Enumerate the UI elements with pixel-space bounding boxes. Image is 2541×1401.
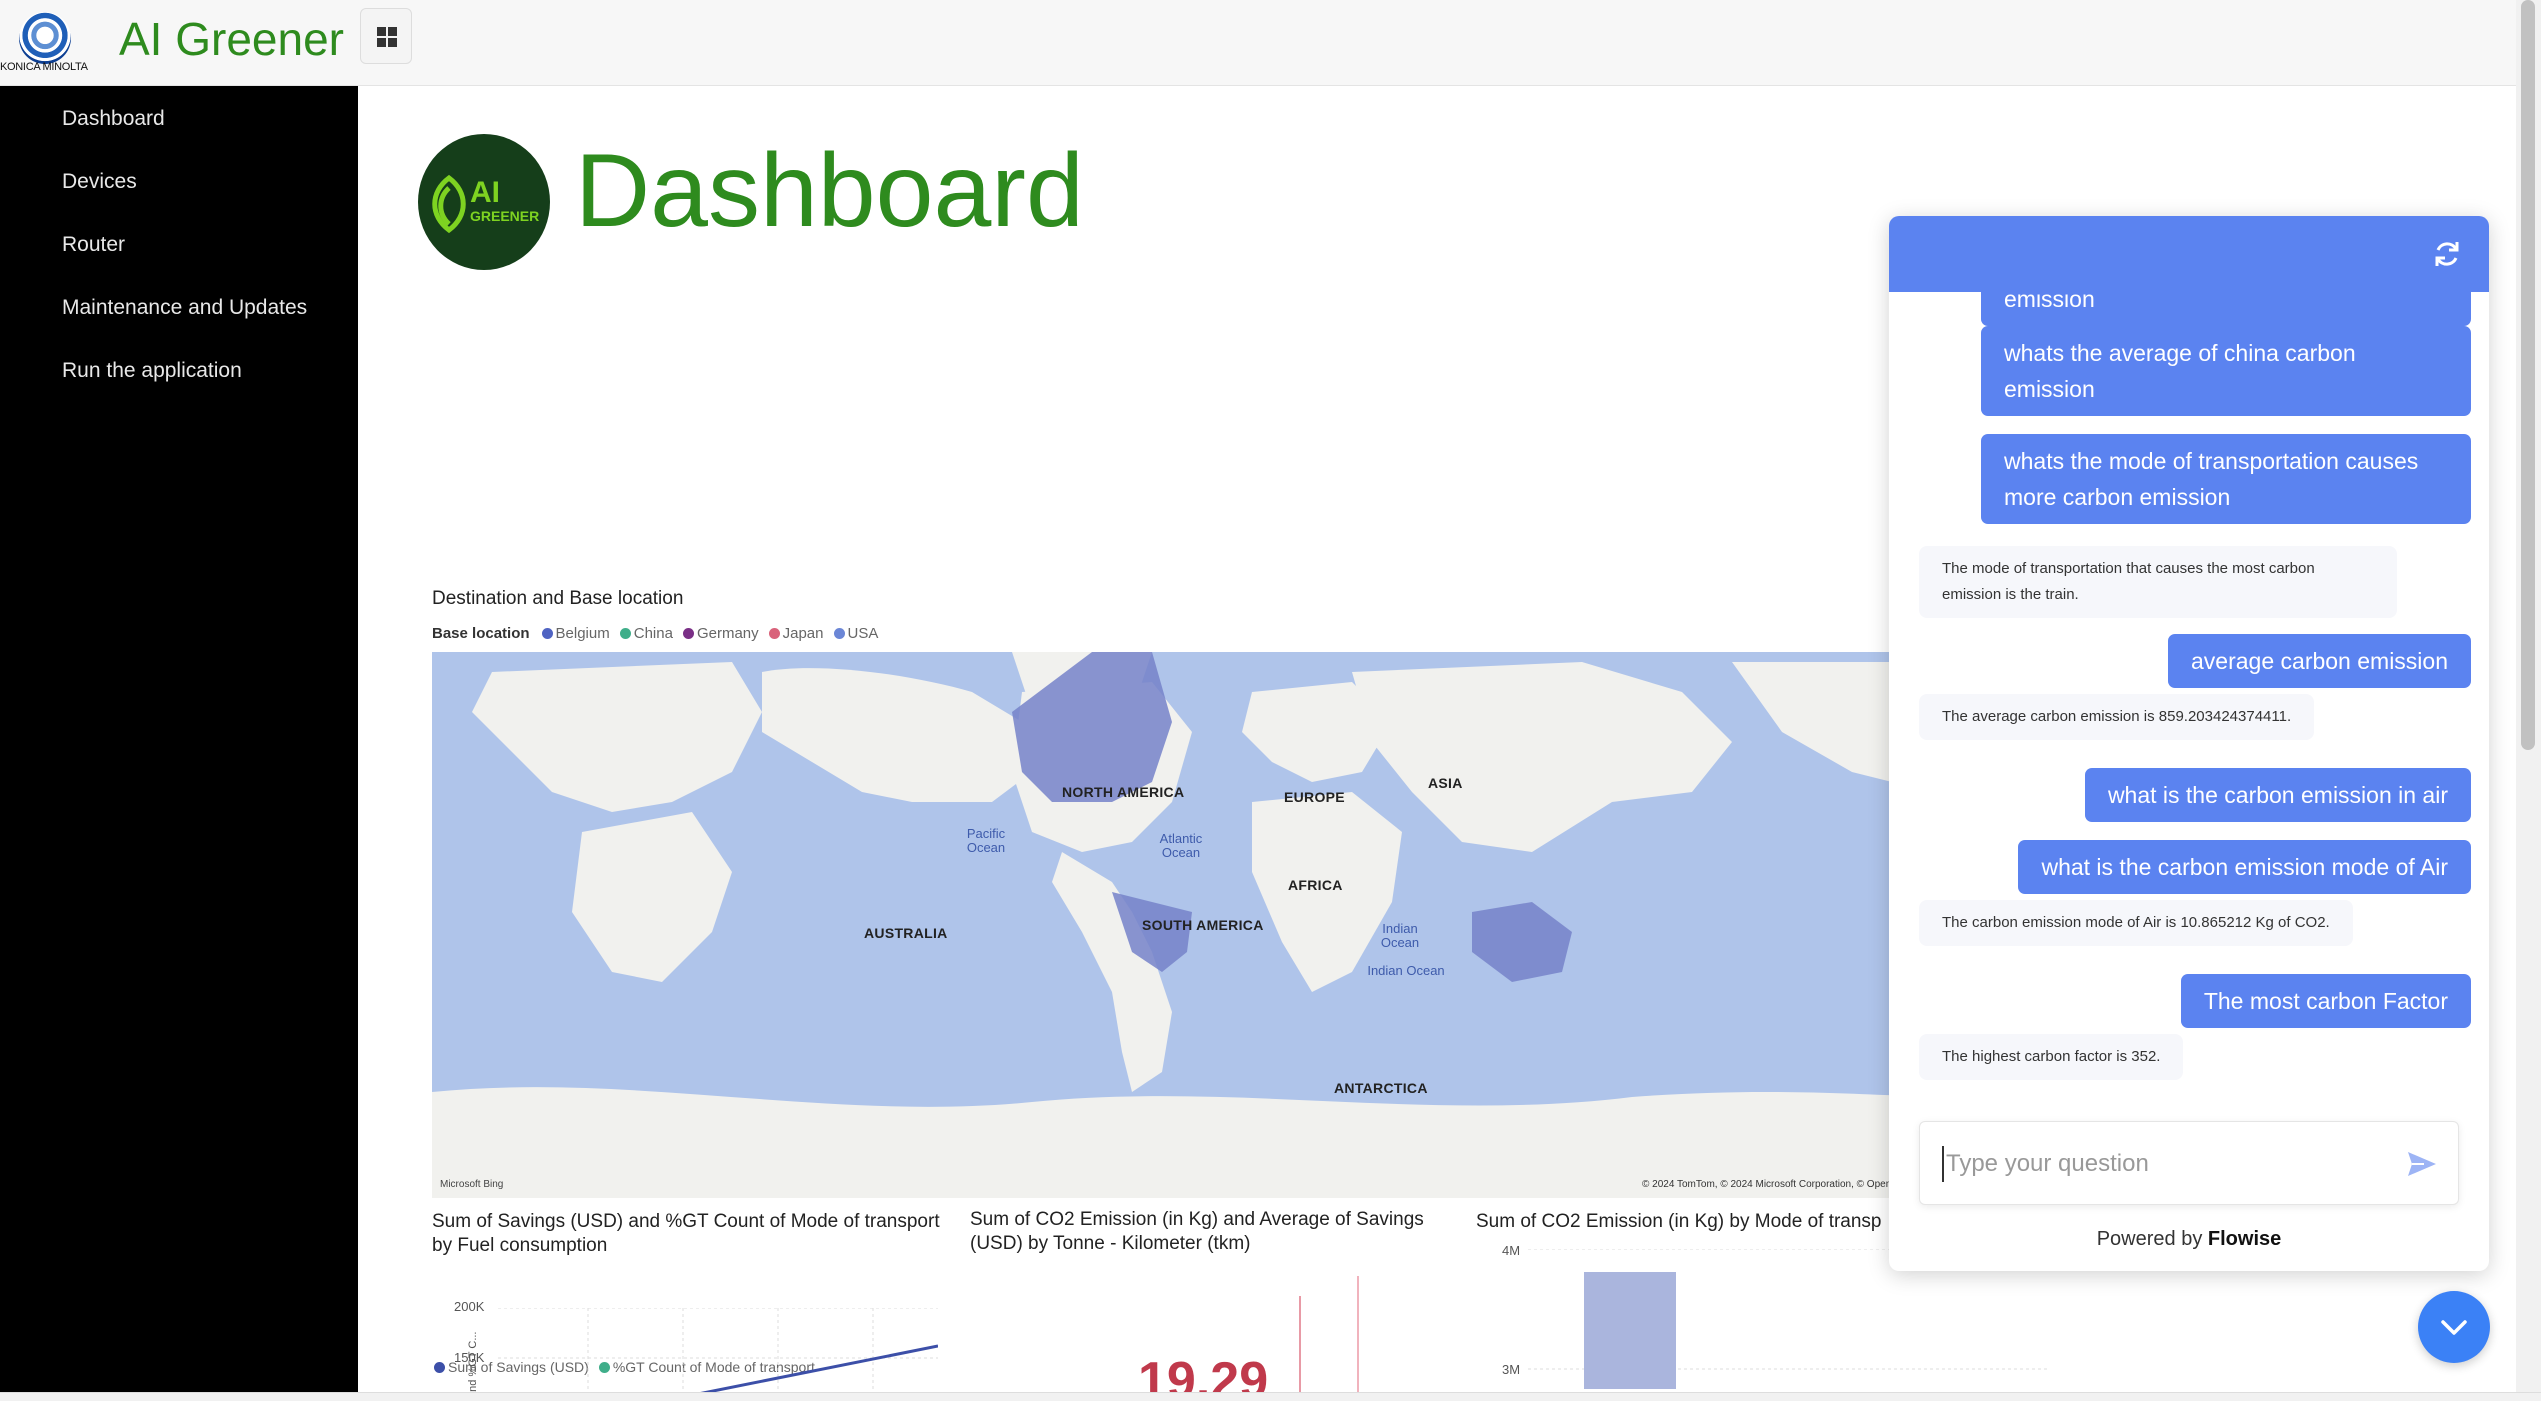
logo-text: KONICA MINOLTA [0,61,88,73]
legend-title: Base location [432,625,530,642]
chat-toggle-button[interactable] [2418,1291,2490,1363]
bot-message: The carbon emission mode of Air is 10.86… [1919,900,2353,946]
scrollbar-thumb[interactable] [2521,0,2535,750]
bot-message: The average carbon emission is 859.20342… [1919,694,2315,740]
ai-greener-badge: AI GREENER [418,134,550,270]
bot-message: The highest carbon factor is 352. [1919,1034,2184,1080]
chat-input-box [1919,1121,2459,1205]
chart2-plot [1299,1276,1359,1392]
badge-ai-text: AI [470,176,500,209]
user-message: emission [1981,292,2471,326]
chatbot-panel: emission whats the average of china carb… [1889,216,2489,1271]
label-north-america: NORTH AMERICA [1062,784,1185,800]
label-asia: ASIA [1428,775,1463,791]
vertical-scrollbar[interactable] [2516,0,2541,1392]
sidebar-item-run-application[interactable]: Run the application [62,359,242,383]
label-australia: AUSTRALIA [864,925,948,941]
label-antarctica: ANTARCTICA [1334,1080,1428,1096]
badge-greener-text: GREENER [470,208,540,224]
legend-item-japan[interactable]: Japan [768,625,824,642]
chat-header [1889,216,2489,292]
user-message: average carbon emission [2168,634,2471,688]
bing-logo: Microsoft Bing [440,1179,504,1190]
user-message: what is the carbon emission in air [2084,768,2471,822]
grid-icon [377,27,397,47]
grid-menu-button[interactable] [360,8,412,64]
label-indian-ocean: Indian Ocean [1380,921,1420,950]
chart3-ytick-3m: 3M [1502,1362,1521,1377]
sidebar: Dashboard Devices Router Maintenance and… [0,86,358,1392]
user-message: whats the average of china carbon emissi… [1981,326,2471,416]
leaf-icon [432,174,466,234]
chart3-title: Sum of CO2 Emission (in Kg) by Mode of t… [1476,1211,1882,1232]
chart1-plot [498,1308,938,1392]
refresh-icon[interactable] [2429,236,2465,272]
sidebar-item-devices[interactable]: Devices [62,170,137,194]
chart2-title: Sum of CO2 Emission (in Kg) and Average … [970,1209,1424,1254]
bot-message: The mode of transportation that causes t… [1919,546,2397,618]
chart3-bar [1584,1272,1676,1389]
user-message: The most carbon Factor [2180,974,2471,1028]
chart3-ytick-4m: 4M [1502,1243,1521,1258]
legend-item-china[interactable]: China [619,625,673,642]
horizontal-scrollbar[interactable] [0,1392,2541,1401]
powered-prefix: Powered by [2096,1228,2203,1250]
top-bar: KONICA MINOLTA AI Greener [0,0,2516,86]
label-europe: EUROPE [1284,789,1345,805]
globe-logo-icon [19,12,71,64]
question-input[interactable] [1942,1146,2382,1182]
page-title: Dashboard [575,133,1084,249]
label-pacific-ocean: Pacific Ocean [966,826,1006,855]
legend-item-germany[interactable]: Germany [682,625,759,642]
legend-item-belgium[interactable]: Belgium [541,625,610,642]
sidebar-item-dashboard[interactable]: Dashboard [62,107,165,131]
powered-by: Powered by Flowise [1889,1228,2489,1251]
label-indian-ocean-2: Indian Ocean [1367,963,1445,978]
flowise-link[interactable]: Flowise [2208,1228,2281,1250]
sidebar-item-router[interactable]: Router [62,233,125,257]
map-title: Destination and Base location [432,588,684,609]
chat-messages[interactable]: emission whats the average of china carb… [1889,292,2489,1100]
app-title[interactable]: AI Greener [119,12,344,66]
send-icon[interactable] [2406,1148,2438,1180]
legend-item-usa[interactable]: USA [833,625,878,642]
user-message: whats the mode of transportation causes … [1981,434,2471,524]
chart1-yaxis-label: DI and %GT C... [467,1331,479,1393]
chart1-title: Sum of Savings (USD) and %GT Count of Mo… [432,1211,940,1256]
label-atlantic-ocean: Atlantic Ocean [1159,831,1203,860]
sidebar-item-maintenance[interactable]: Maintenance and Updates [62,296,307,320]
chevron-down-icon [2441,1320,2467,1335]
label-africa: AFRICA [1288,877,1343,893]
world-map[interactable]: NORTH AMERICA EUROPE ASIA AFRICA SOUTH A… [432,652,2042,1198]
map-legend: Base location Belgium China Germany Japa… [432,625,878,642]
label-south-america: SOUTH AMERICA [1142,917,1264,933]
user-message: what is the carbon emission mode of Air [2018,840,2471,894]
konica-minolta-logo[interactable]: KONICA MINOLTA [0,5,100,75]
